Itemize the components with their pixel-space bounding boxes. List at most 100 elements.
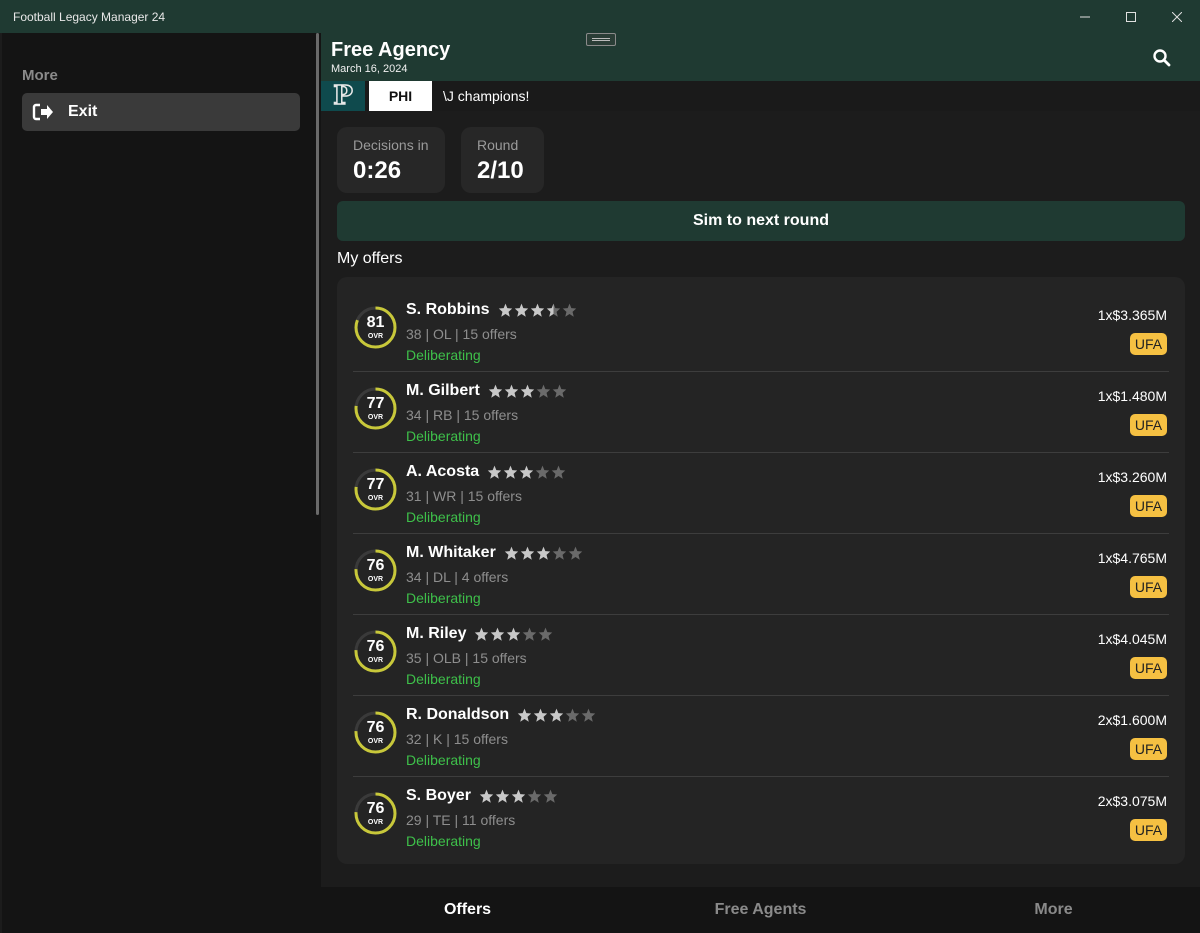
offer-status: Deliberating <box>406 671 481 687</box>
player-name[interactable]: R. Donaldson <box>406 706 509 724</box>
star-icon <box>536 546 550 560</box>
minimize-icon <box>1080 16 1090 17</box>
search-icon[interactable] <box>1152 48 1172 68</box>
page-title: Free Agency <box>331 39 451 61</box>
star-icon <box>536 384 550 398</box>
star-icon <box>549 708 564 722</box>
player-name[interactable]: A. Acosta <box>406 463 479 481</box>
ufa-badge: UFA <box>1130 657 1167 679</box>
star-rating <box>488 384 568 398</box>
offers-list: 81 OVR S. Robbins 38 | OL | 15 offers Delibe… <box>337 277 1185 864</box>
star-icon <box>552 465 566 479</box>
star-icon <box>568 546 582 560</box>
ufa-badge: UFA <box>1130 576 1167 598</box>
offers-heading: My offers <box>337 250 403 267</box>
star-rating <box>517 708 597 722</box>
star-icon <box>498 303 512 317</box>
ovr-label: OVR <box>367 657 384 664</box>
maximize-button[interactable] <box>1108 0 1154 33</box>
player-meta: 31 | WR | 15 offers <box>406 488 522 504</box>
offer-row[interactable]: 81 OVR S. Robbins 38 | OL | 15 offers Delibe… <box>353 291 1169 372</box>
close-button[interactable] <box>1154 0 1200 33</box>
contract-offer: 1x$3.260M <box>1097 469 1167 485</box>
player-meta: 38 | OL | 15 offers <box>406 326 517 342</box>
player-name-line: R. Donaldson <box>406 706 597 724</box>
title-bar: Football Legacy Manager 24 <box>0 0 1200 33</box>
offer-status: Deliberating <box>406 428 481 444</box>
ovr-rating: 77 OVR <box>353 467 398 512</box>
sim-next-round-button[interactable]: Sim to next round <box>337 201 1185 241</box>
offer-row[interactable]: 77 OVR A. Acosta 31 | WR | 15 offers Deliber… <box>353 453 1169 534</box>
offer-status: Deliberating <box>406 752 481 768</box>
star-icon <box>475 627 489 641</box>
tab-offers[interactable]: Offers <box>321 887 614 933</box>
star-icon <box>546 303 560 317</box>
star-icon <box>565 708 580 722</box>
page-header: Free Agency March 16, 2024 <box>321 33 1200 81</box>
decisions-label: Decisions in <box>353 137 429 153</box>
ovr-label: OVR <box>367 414 384 421</box>
star-icon <box>504 465 518 479</box>
ovr-value: 77 <box>366 395 385 412</box>
player-name-line: S. Robbins <box>406 301 578 319</box>
exit-button[interactable]: Exit <box>22 93 300 131</box>
star-rating <box>479 789 559 803</box>
player-meta: 32 | K | 15 offers <box>406 731 508 747</box>
sidebar-scrollbar[interactable] <box>316 33 319 515</box>
window-controls <box>1062 0 1200 33</box>
ovr-rating: 76 OVR <box>353 791 398 836</box>
bottom-tab-bar: Offers Free Agents More <box>321 887 1200 933</box>
star-icon <box>504 546 518 560</box>
star-rating <box>504 546 584 560</box>
player-name-line: M. Gilbert <box>406 382 568 400</box>
contract-offer: 1x$1.480M <box>1097 388 1167 404</box>
tab-more[interactable]: More <box>907 887 1200 933</box>
player-name[interactable]: M. Whitaker <box>406 544 496 562</box>
player-name-line: M. Riley <box>406 625 554 643</box>
offer-row[interactable]: 76 OVR S. Boyer 29 | TE | 11 offers Delibera… <box>353 777 1169 858</box>
ufa-badge: UFA <box>1130 414 1167 436</box>
star-icon <box>491 627 505 641</box>
player-name[interactable]: S. Robbins <box>406 301 490 319</box>
star-icon <box>479 789 494 803</box>
sidebar: More Exit <box>2 33 321 933</box>
star-rating <box>487 465 567 479</box>
offer-row[interactable]: 76 OVR R. Donaldson 32 | K | 15 offers Delib… <box>353 696 1169 777</box>
ufa-badge: UFA <box>1130 333 1167 355</box>
star-icon <box>527 789 542 803</box>
maximize-icon <box>1126 11 1136 22</box>
player-meta: 29 | TE | 11 offers <box>406 812 516 828</box>
star-icon <box>543 789 558 803</box>
decisions-timer-card: Decisions in 0:26 <box>337 127 445 193</box>
sidebar-section-label: More <box>22 67 58 84</box>
round-label: Round <box>477 137 519 153</box>
ovr-rating: 77 OVR <box>353 386 398 431</box>
star-icon <box>504 384 518 398</box>
offer-row[interactable]: 76 OVR M. Riley 35 | OLB | 15 offers Deliber… <box>353 615 1169 696</box>
player-name[interactable]: M. Gilbert <box>406 382 480 400</box>
ovr-rating: 76 OVR <box>353 548 398 593</box>
drag-handle[interactable] <box>586 33 616 46</box>
minimize-button[interactable] <box>1062 0 1108 33</box>
tab-free-agents[interactable]: Free Agents <box>614 887 907 933</box>
team-abbreviation[interactable]: PHI <box>369 81 432 111</box>
ovr-value: 76 <box>366 638 385 655</box>
team-logo: P <box>321 80 365 112</box>
player-name[interactable]: S. Boyer <box>406 787 471 805</box>
star-icon <box>520 384 534 398</box>
star-icon <box>488 384 502 398</box>
sign-out-icon <box>32 103 53 121</box>
offer-row[interactable]: 77 OVR M. Gilbert 34 | RB | 15 offers Delibe… <box>353 372 1169 453</box>
close-icon <box>1172 11 1182 22</box>
star-icon <box>539 627 553 641</box>
ufa-badge: UFA <box>1130 495 1167 517</box>
offer-row[interactable]: 76 OVR M. Whitaker 34 | DL | 4 offers Delibe… <box>353 534 1169 615</box>
ovr-label: OVR <box>367 495 384 502</box>
offer-status: Deliberating <box>406 509 481 525</box>
ufa-badge: UFA <box>1130 819 1167 841</box>
player-name[interactable]: M. Riley <box>406 625 466 643</box>
offer-status: Deliberating <box>406 590 481 606</box>
ovr-value: 76 <box>366 800 385 817</box>
offer-status: Deliberating <box>406 833 481 849</box>
exit-label: Exit <box>68 103 98 120</box>
